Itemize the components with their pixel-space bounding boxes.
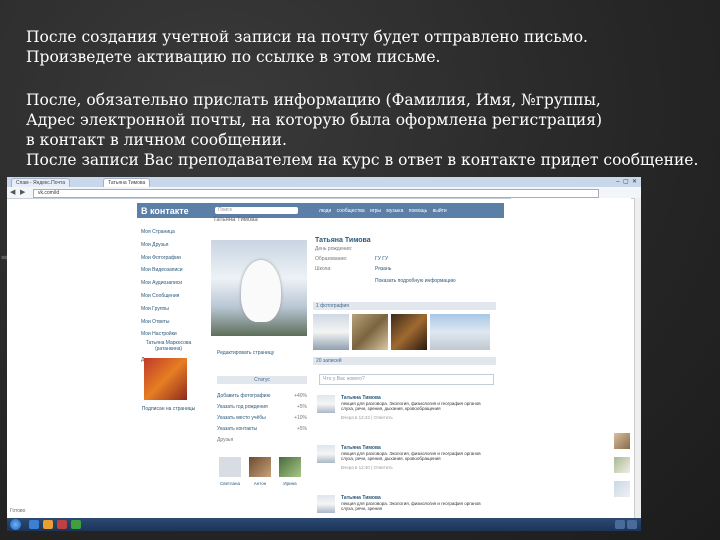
left-menu-item[interactable]: Моя Страница	[141, 226, 201, 239]
show-more-link[interactable]: Показать подробную информацию	[315, 278, 500, 284]
left-friend-avatar[interactable]	[144, 358, 187, 400]
post-meta[interactable]: Вчера в 12:40 | Ответить	[341, 465, 393, 470]
photos-header[interactable]: 1 фотография	[313, 302, 496, 310]
left-friend-name[interactable]: Татьяна Маркосова (ратанкина)	[141, 340, 196, 352]
stat-value: +10%	[294, 415, 307, 421]
instruction-paragraph-1: После создания учетной записи на почту б…	[26, 27, 588, 67]
left-menu-item[interactable]: Мои Друзья	[141, 239, 201, 252]
ie-icon[interactable]	[29, 520, 39, 529]
tray-icon[interactable]	[615, 520, 625, 529]
status-button[interactable]: Статус	[217, 376, 307, 384]
left-menu-item[interactable]: Мои Видеозаписи	[141, 264, 201, 277]
friend-name[interactable]: Антон	[247, 481, 273, 486]
post-text: лекция для разговора. Экология, физиолог…	[341, 451, 481, 461]
info-row: Школа: Рязань	[315, 264, 500, 274]
start-button-icon[interactable]	[10, 519, 21, 530]
profile-name: Татьяна Тимова	[315, 237, 371, 244]
vk-search-input[interactable]: Поиск	[215, 207, 298, 214]
scrollbar[interactable]	[634, 198, 641, 518]
windows-taskbar	[7, 518, 641, 531]
stat-label: Указать место учёбы	[217, 415, 266, 421]
browser-screenshot: Спам - Яндекс.Почта Татьяна Тимова – ▢ ✕…	[7, 177, 641, 531]
photo-thumb[interactable]	[352, 314, 388, 350]
left-menu-item[interactable]: Мои Фотографии	[141, 252, 201, 265]
browser-tab-bar: Спам - Яндекс.Почта Татьяна Тимова – ▢ ✕	[7, 177, 641, 188]
info-label: День рождения:	[315, 246, 353, 252]
info-value[interactable]: Рязань	[375, 264, 391, 274]
stat-value: +40%	[294, 393, 307, 399]
post-text: лекция для разговора. Экология, физиолог…	[341, 401, 481, 411]
post-avatar[interactable]	[317, 445, 335, 463]
photo-thumb[interactable]	[430, 314, 490, 350]
paragraph-line: в контакт в личном сообщении.	[26, 131, 287, 149]
profile-completion-list: Добавить фотографию +40% Указать год рожд…	[217, 391, 307, 435]
stat-item[interactable]: Указать год рождения +5%	[217, 402, 307, 413]
vk-top-nav[interactable]: люди сообщества игры музыка помощь выйти	[319, 208, 447, 214]
wall-post-input[interactable]: Что у Вас нового?	[319, 374, 494, 385]
profile-header: Татьяна Тимова	[213, 217, 258, 223]
app-icon[interactable]	[71, 520, 81, 529]
friend-avatar[interactable]	[249, 457, 271, 477]
slide: { После создания учетной записи на почту…	[0, 0, 720, 540]
folder-icon[interactable]	[43, 520, 53, 529]
owl-image	[241, 260, 281, 322]
stat-value: +5%	[296, 404, 307, 410]
stat-item[interactable]: Указать место учёбы +10%	[217, 413, 307, 424]
stat-label: Указать контакты	[217, 426, 258, 432]
left-menu-item[interactable]: Мои Ответы	[141, 316, 201, 329]
edit-page-link[interactable]: Редактировать страницу	[217, 350, 274, 356]
vk-logo[interactable]: В контакте	[141, 206, 189, 216]
paragraph-line: Произведете активацию по ссылке в этом п…	[26, 48, 441, 66]
page-right-blank	[511, 198, 631, 518]
photo-thumb[interactable]	[313, 314, 349, 350]
side-thumb[interactable]	[614, 457, 630, 473]
friend-name[interactable]: Ирина	[277, 481, 303, 486]
paragraph-line: Адрес электронной почты, на которую была…	[26, 111, 603, 129]
paragraph-line: После создания учетной записи на почту б…	[26, 28, 588, 46]
tray-icon[interactable]	[627, 520, 637, 529]
friends-header[interactable]: Друзья	[217, 437, 233, 443]
paragraph-line: После записи Вас преподавателем на курс …	[26, 151, 699, 169]
info-label: Образование:	[315, 256, 348, 262]
stat-item[interactable]: Указать контакты +5%	[217, 424, 307, 435]
back-icon[interactable]: ◀	[10, 188, 15, 196]
left-menu-item[interactable]: Мои Группы	[141, 303, 201, 316]
post-meta[interactable]: Вчера в 12:43 | Ответить	[341, 415, 393, 420]
side-thumb[interactable]	[614, 433, 630, 449]
post-avatar[interactable]	[317, 395, 335, 413]
friend-name[interactable]: Светлана	[217, 481, 243, 486]
post-avatar[interactable]	[317, 495, 335, 513]
info-label: Школа:	[315, 266, 332, 272]
window-controls[interactable]: – ▢ ✕	[616, 178, 637, 185]
photo-thumb[interactable]	[391, 314, 427, 350]
friend-avatar[interactable]	[279, 457, 301, 477]
browser-status: Готово	[10, 508, 26, 514]
left-menu-item[interactable]: Мои Сообщения	[141, 290, 201, 303]
info-value[interactable]: ГУ ГУ	[375, 254, 388, 264]
stat-value: +5%	[296, 426, 307, 432]
app-icon[interactable]	[57, 520, 67, 529]
info-row: День рождения:	[315, 244, 500, 254]
left-caption[interactable]: Подписан на страницы	[141, 406, 196, 412]
instruction-paragraph-2: После, обязательно прислать информацию (…	[26, 90, 716, 170]
stat-item[interactable]: Добавить фотографию +40%	[217, 391, 307, 402]
side-thumb[interactable]	[614, 481, 630, 497]
vk-header: В контакте Поиск люди сообщества игры му…	[137, 203, 504, 218]
friend-avatar[interactable]	[219, 457, 241, 477]
post-text: лекция для разговора. Экология, физиолог…	[341, 501, 481, 511]
stat-label: Добавить фотографию	[217, 393, 271, 399]
info-row: Образование: ГУ ГУ	[315, 254, 500, 264]
wall-header[interactable]: 20 записей	[313, 357, 496, 365]
left-menu-item[interactable]: Мои Аудиозаписи	[141, 277, 201, 290]
paragraph-line: После, обязательно прислать информацию (…	[26, 91, 601, 109]
profile-info: Татьяна Тимова День рождения: Образовани…	[315, 237, 500, 284]
profile-photo[interactable]	[211, 240, 307, 336]
url-input[interactable]: vk.com/id	[33, 189, 599, 198]
forward-icon[interactable]: ▶	[20, 188, 25, 196]
stat-label: Указать год рождения	[217, 404, 268, 410]
